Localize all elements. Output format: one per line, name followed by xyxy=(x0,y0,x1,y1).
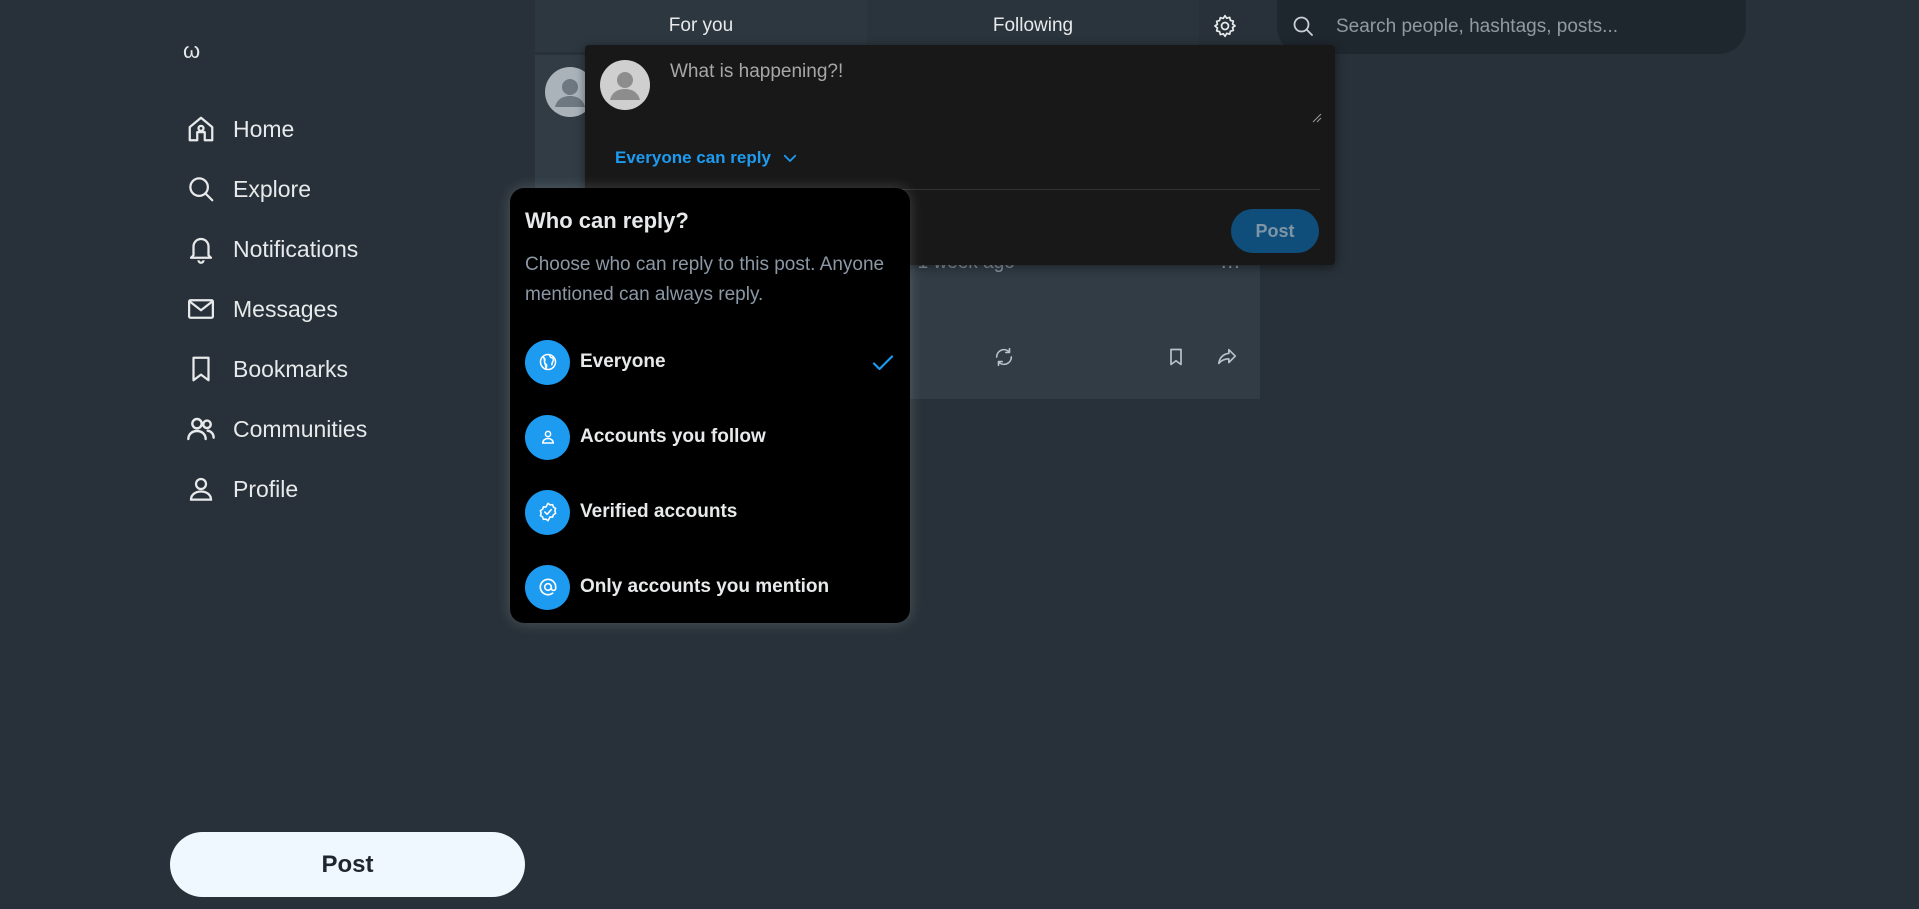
verified-badge-icon xyxy=(525,489,570,535)
person-icon xyxy=(525,414,570,460)
search-icon xyxy=(1291,14,1317,40)
share-icon[interactable] xyxy=(1216,346,1238,368)
sidebar-nav: Home Explore Notifications Messages Book… xyxy=(183,99,503,519)
sidebar-item-label: Profile xyxy=(233,475,299,502)
who-can-reply-menu: Who can reply? Choose who can reply to t… xyxy=(510,188,910,623)
bookmark-icon xyxy=(183,351,219,387)
sidebar-item-label: Notifications xyxy=(233,235,359,262)
reply-option-label: Everyone xyxy=(580,351,666,372)
at-sign-icon xyxy=(525,564,570,610)
sidebar-item-communities[interactable]: Communities xyxy=(183,399,503,459)
reply-option-label: Only accounts you mention xyxy=(580,576,830,597)
sidebar-item-messages[interactable]: Messages xyxy=(183,279,503,339)
sidebar-item-label: Communities xyxy=(233,415,368,442)
person-icon xyxy=(183,471,219,507)
bookmark-icon[interactable] xyxy=(1166,346,1188,368)
reply-audience-label: Everyone can reply xyxy=(615,148,771,167)
reply-option-only-mentioned[interactable]: Only accounts you mention xyxy=(525,564,895,610)
sidebar-item-explore[interactable]: Explore xyxy=(183,159,503,219)
sidebar-post-button[interactable]: Post xyxy=(170,832,525,897)
search-input[interactable]: Search people, hashtags, posts... xyxy=(1336,16,1618,38)
sidebar-item-label: Messages xyxy=(233,295,338,322)
search-icon xyxy=(183,171,219,207)
reply-option-accounts-you-follow[interactable]: Accounts you follow xyxy=(525,414,895,460)
menu-description: Choose who can reply to this post. Anyon… xyxy=(525,254,885,305)
sidebar-item-label: Home xyxy=(233,115,295,142)
sidebar-item-notifications[interactable]: Notifications xyxy=(183,219,503,279)
gear-icon[interactable] xyxy=(1212,13,1238,39)
reply-option-label: Accounts you follow xyxy=(580,426,766,447)
menu-title: Who can reply? xyxy=(525,208,689,233)
reply-audience-button[interactable]: Everyone can reply xyxy=(615,148,799,168)
composer-post-button[interactable]: Post xyxy=(1231,209,1319,253)
checkmark-icon xyxy=(871,351,895,375)
compose-textarea[interactable]: What is happening?! xyxy=(670,61,843,83)
envelope-icon xyxy=(183,291,219,327)
reply-option-verified-accounts[interactable]: Verified accounts xyxy=(525,489,895,535)
sidebar-item-label: Explore xyxy=(233,175,311,202)
globe-icon xyxy=(525,339,570,385)
app-logo[interactable]: ω xyxy=(183,38,200,64)
resize-handle-icon[interactable] xyxy=(1312,113,1322,123)
chevron-down-icon xyxy=(781,149,799,167)
bell-icon xyxy=(183,231,219,267)
search-bar[interactable]: Search people, hashtags, posts... xyxy=(1277,0,1746,54)
avatar xyxy=(600,60,650,110)
people-icon xyxy=(183,411,219,447)
sidebar-item-profile[interactable]: Profile xyxy=(183,459,503,519)
reply-option-label: Verified accounts xyxy=(580,501,738,522)
sidebar-item-label: Bookmarks xyxy=(233,355,349,382)
repost-icon[interactable] xyxy=(993,346,1015,368)
home-icon xyxy=(183,111,219,147)
sidebar-item-home[interactable]: Home xyxy=(183,99,503,159)
sidebar-item-bookmarks[interactable]: Bookmarks xyxy=(183,339,503,399)
reply-option-everyone[interactable]: Everyone xyxy=(525,339,895,385)
